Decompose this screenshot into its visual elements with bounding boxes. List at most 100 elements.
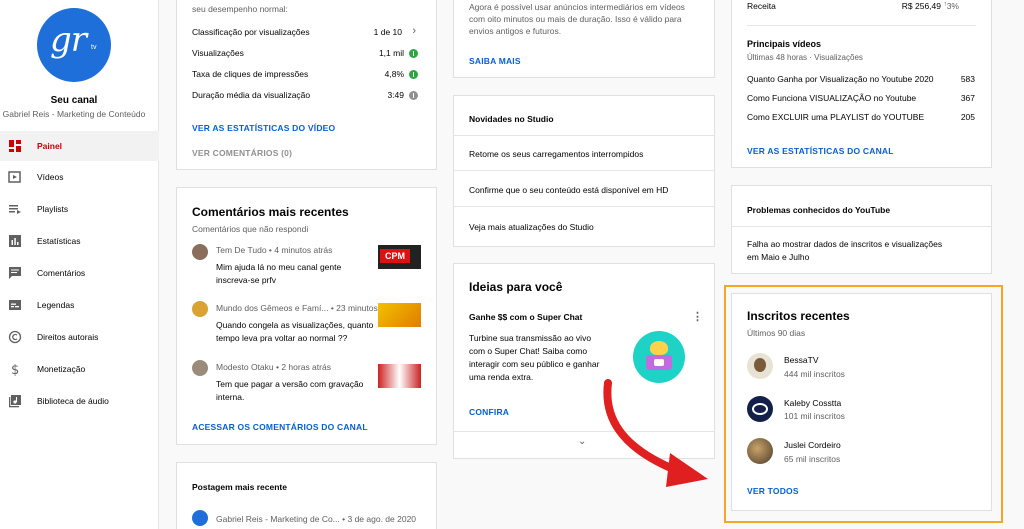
- avatar[interactable]: [192, 301, 208, 317]
- sidebar-item-direitos-autorais[interactable]: Direitos autorais: [0, 321, 159, 353]
- sidebar-item-label: Monetização: [37, 364, 86, 374]
- more-options-icon[interactable]: ⋮: [692, 310, 703, 323]
- idea-text: uma renda extra.: [469, 372, 534, 382]
- sidebar-item-videos[interactable]: Vídeos: [0, 161, 159, 193]
- copyright-icon: [8, 330, 22, 344]
- studio-news-item[interactable]: Veja mais atualizações do Studio: [469, 222, 594, 232]
- idea-heading: Ganhe $$ com o Super Chat: [469, 312, 583, 322]
- highlight-frame: [724, 285, 1003, 523]
- avatar[interactable]: [192, 244, 208, 260]
- top-video-title[interactable]: Quanto Ganha por Visualização no Youtube…: [747, 74, 934, 84]
- channel-analytics-card: Receita R$ 256,49 ↑ 3% Principais vídeos…: [731, 0, 992, 168]
- comments-title: Comentários mais recentes: [192, 205, 349, 219]
- revenue-value: R$ 256,49: [901, 1, 941, 11]
- metric-label: Taxa de cliques de impressões: [192, 69, 309, 79]
- comment-text: interna.: [216, 392, 245, 402]
- metric-value: 1 de 10: [373, 27, 402, 37]
- top-video-views: 583: [960, 74, 975, 84]
- dollar-icon: $: [8, 362, 22, 376]
- comment-text: inscreva-se prfv: [216, 275, 276, 285]
- comments-subtitle: Comentários que não respondi: [192, 224, 309, 234]
- metric-label: Duração média da visualização: [192, 90, 311, 100]
- comments-icon: [8, 266, 22, 280]
- comment-text: Tem que pagar a versão com gravação: [216, 379, 364, 389]
- latest-post-card: Postagem mais recente Gabriel Reis - Mar…: [176, 462, 437, 529]
- comment-author[interactable]: Modesto Otaku • 2 horas atrás: [216, 362, 331, 372]
- top-videos-subtitle: Últimas 48 horas · Visualizações: [747, 53, 863, 62]
- sidebar-item-label: Vídeos: [37, 172, 64, 182]
- metric-label: Visualizações: [192, 48, 244, 58]
- chevron-down-icon[interactable]: ⌄: [578, 436, 586, 447]
- up-arrow-icon: [409, 70, 418, 79]
- check-it-link[interactable]: CONFIRA: [469, 407, 509, 417]
- comment-author[interactable]: Tem De Tudo • 4 minutos atrás: [216, 245, 332, 255]
- learn-more-link[interactable]: SAIBA MAIS: [469, 56, 521, 66]
- comment-author[interactable]: Mundo dos Gêmeos e Famí... • 23 minutos: [216, 303, 378, 313]
- svg-text:$: $: [11, 363, 19, 376]
- sidebar-item-label: Biblioteca de áudio: [37, 396, 109, 406]
- sidebar-item-painel[interactable]: Painel: [0, 131, 159, 161]
- revenue-label: Receita: [747, 1, 776, 11]
- performance-intro: seu desempenho normal:: [192, 4, 288, 14]
- channel-stats-link[interactable]: VER AS ESTATÍSTICAS DO CANAL: [747, 146, 894, 156]
- top-video-views: 367: [960, 93, 975, 103]
- video-thumbnail[interactable]: [378, 364, 421, 388]
- post-title: Postagem mais recente: [192, 482, 287, 492]
- channel-name: Gabriel Reis - Marketing de Conteúdo: [2, 109, 146, 119]
- sidebar-item-label: Direitos autorais: [37, 332, 99, 342]
- recent-comments-card: Comentários mais recentes Comentários qu…: [176, 187, 437, 445]
- known-issue-text[interactable]: Falha ao mostrar dados de inscritos e vi…: [747, 239, 942, 249]
- video-stats-link[interactable]: VER AS ESTATÍSTICAS DO VÍDEO: [192, 123, 335, 133]
- metric-value: 4,8%: [384, 69, 404, 79]
- sidebar-item-legendas[interactable]: Legendas: [0, 289, 159, 321]
- ads-text: envios antigos e futuros.: [469, 26, 562, 36]
- avatar: [192, 510, 208, 526]
- top-video-title[interactable]: Como Funciona VISUALIZAÇÃO no Youtube: [747, 93, 916, 103]
- sidebar-nav: Painel Vídeos Playlists Estatísticas Com…: [0, 131, 159, 417]
- ideas-title: Ideias para você: [469, 280, 563, 294]
- studio-news-item[interactable]: Confirme que o seu conteúdo está disponí…: [469, 185, 668, 195]
- studio-news-card: Novidades no Studio Retome os seus carre…: [453, 95, 715, 247]
- subtitles-icon: [8, 298, 22, 312]
- top-video-title[interactable]: Como EXCLUIR uma PLAYLIST do YOUTUBE: [747, 112, 924, 122]
- studio-title: Novidades no Studio: [469, 114, 554, 124]
- sidebar-item-monetizacao[interactable]: $ Monetização: [0, 353, 159, 385]
- top-video-views: 205: [960, 112, 975, 122]
- sidebar-item-comentarios[interactable]: Comentários: [0, 257, 159, 289]
- idea-text: Turbine sua transmissão ao vivo: [469, 333, 592, 343]
- thumbnail-text: CPM: [380, 249, 410, 263]
- all-comments-link[interactable]: ACESSAR OS COMENTÁRIOS DO CANAL: [192, 422, 368, 432]
- chevron-right-icon[interactable]: ›: [412, 25, 416, 37]
- sidebar-item-estatisticas[interactable]: Estatísticas: [0, 225, 159, 257]
- logo-text: gr: [50, 20, 87, 60]
- video-thumbnail[interactable]: CPM: [378, 245, 421, 269]
- sidebar-item-biblioteca-audio[interactable]: Biblioteca de áudio: [0, 385, 159, 417]
- known-issues-card: Problemas conhecidos do YouTube Falha ao…: [731, 185, 992, 274]
- video-thumbnail[interactable]: [378, 303, 421, 327]
- idea-text: com o Super Chat! Saiba como: [469, 346, 588, 356]
- video-icon: [8, 170, 22, 184]
- metric-value: 1,1 mil: [378, 48, 404, 58]
- sidebar-item-label: Estatísticas: [37, 236, 81, 246]
- sidebar-item-label: Playlists: [37, 204, 69, 214]
- ads-text: Agora é possível usar anúncios intermedi…: [469, 2, 685, 12]
- audio-library-icon: [8, 394, 22, 408]
- ads-text: com oito minutos ou mais de duração. Iss…: [469, 14, 682, 24]
- comment-text: Quando congela as visualizações, quanto: [216, 320, 374, 330]
- revenue-change: 3%: [946, 1, 959, 11]
- red-arrow-annotation: [603, 379, 708, 487]
- view-comments-link[interactable]: VER COMENTÁRIOS (0): [192, 148, 292, 158]
- channel-avatar[interactable]: gr tv: [37, 8, 111, 82]
- analytics-icon: [8, 234, 22, 248]
- comment-text: tempo leva pra voltar ao normal ??: [216, 333, 348, 343]
- sidebar-item-label: Painel: [37, 141, 63, 151]
- avatar[interactable]: [192, 360, 208, 376]
- studio-news-item[interactable]: Retome os seus carregamentos interrompid…: [469, 149, 643, 159]
- sidebar-item-label: Legendas: [37, 300, 75, 310]
- metric-value: 3:49: [387, 90, 404, 100]
- sidebar-item-playlists[interactable]: Playlists: [0, 193, 159, 225]
- known-issue-text[interactable]: em Maio e Julho: [747, 252, 809, 262]
- video-performance-card: seu desempenho normal: Classificação por…: [176, 0, 437, 170]
- comment-text: Mim ajuda lá no meu canal gente: [216, 262, 342, 272]
- idea-text: interagir com seu público e ganhar: [469, 359, 600, 369]
